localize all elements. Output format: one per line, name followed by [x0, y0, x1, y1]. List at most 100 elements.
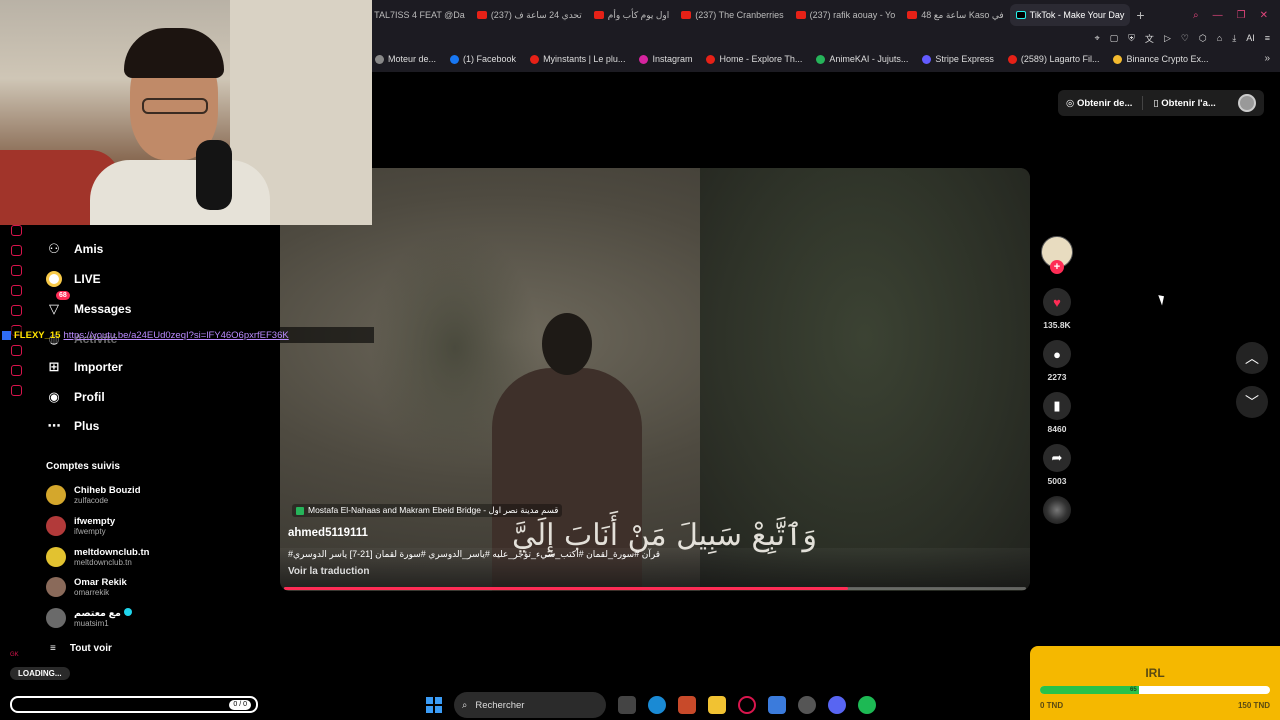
discord-icon[interactable] — [828, 696, 846, 714]
followed-account[interactable]: مع معتصم muatsim1 — [46, 608, 132, 628]
video-author[interactable]: ahmed5119111 — [288, 527, 368, 539]
next-video-icon[interactable]: ﹀ — [1236, 386, 1268, 418]
tab-label: اول يوم كأب وأم — [607, 9, 670, 20]
bookmark-item[interactable]: Moteur de... — [375, 54, 436, 64]
followed-account[interactable]: ifwempty ifwempty — [46, 516, 115, 536]
wallet-icon[interactable]: ⌂ — [1217, 33, 1222, 43]
mail-icon[interactable] — [10, 285, 22, 296]
minimize-icon[interactable]: — — [1213, 10, 1223, 21]
translate-icon[interactable]: 文 — [1145, 32, 1154, 45]
sidebar-item-more[interactable]: ⋯ Plus — [46, 418, 100, 434]
send-icon[interactable] — [10, 365, 22, 376]
spotify-icon[interactable] — [858, 696, 876, 714]
sidebar-item-label: Messages — [74, 302, 132, 316]
new-tab-icon[interactable]: + — [1130, 7, 1150, 23]
bookmark-item[interactable]: Myinstants | Le plu... — [530, 54, 625, 64]
loading-label: LOADING... — [10, 667, 70, 680]
pin-icon[interactable]: ⌖ — [1095, 33, 1100, 44]
store-icon[interactable] — [768, 696, 786, 714]
bookmark-item[interactable]: (2589) Lagarto Fil... — [1007, 54, 1100, 64]
discord-icon[interactable] — [10, 305, 22, 316]
heart-icon[interactable]: ♡ — [1181, 33, 1189, 44]
download-icon[interactable]: ⤓ — [1232, 33, 1236, 44]
extensions-icon[interactable]: ⬡ — [1199, 33, 1207, 44]
sidebar-item-friends[interactable]: ⚇ Amis — [46, 241, 103, 257]
bookmark-favicon-icon — [375, 54, 384, 64]
youtube-icon — [795, 11, 806, 19]
screenshot-icon[interactable]: ▢ — [1110, 33, 1119, 44]
location-tag[interactable]: Mostafa El-Nahaas and Makram Ebeid Bridg… — [292, 504, 563, 517]
see-all-button[interactable]: ≡ Tout voir — [50, 643, 112, 654]
search-icon[interactable]: ⌕ — [1193, 10, 1199, 21]
opera-icon[interactable] — [738, 696, 756, 714]
followed-account[interactable]: Chiheb Bouzid zulfacode — [46, 485, 141, 505]
task-view-icon[interactable] — [618, 696, 636, 714]
save-button[interactable]: ▮ 8460 — [1041, 392, 1073, 434]
tab-item[interactable]: (237) rafik aouay - Yo — [790, 4, 902, 26]
account-text: Chiheb Bouzid zulfacode — [74, 485, 141, 505]
account-handle: ifwempty — [74, 527, 106, 536]
goal-current: 65 — [1130, 687, 1137, 693]
account-handle: omarrekik — [74, 588, 110, 597]
music-disc-icon[interactable] — [1043, 496, 1071, 524]
restore-icon[interactable]: ❐ — [1237, 10, 1246, 21]
like-button[interactable]: ♥ 135.8K — [1041, 288, 1073, 330]
bookmark-item[interactable]: Binance Crypto Ex... — [1113, 54, 1209, 64]
bookmarks-overflow-icon[interactable]: » — [1264, 53, 1270, 64]
get-effects-button[interactable]: ◎ Obtenir de... — [1066, 98, 1132, 109]
bookmark-item[interactable]: AnimeKAI - Jujuts... — [816, 54, 908, 64]
sidebar-item-profile[interactable]: ◉ Profil — [46, 389, 104, 405]
tab-label: TikTok - Make Your Day — [1029, 10, 1125, 20]
verified-icon — [123, 608, 132, 616]
taskbar-search[interactable]: ⌕ Rechercher — [454, 692, 606, 718]
comment-button[interactable]: ● 2273 — [1041, 340, 1073, 382]
account-name: Chiheb Bouzid — [74, 485, 141, 496]
play-icon[interactable]: ▷ — [1164, 33, 1171, 44]
video-progress-bar[interactable] — [284, 587, 1026, 590]
office-icon[interactable] — [678, 696, 696, 714]
bookmark-label: (2589) Lagarto Fil... — [1020, 54, 1100, 64]
share-button[interactable]: ➦ 5003 — [1041, 444, 1073, 486]
browser-icon[interactable] — [798, 696, 816, 714]
previous-video-icon[interactable]: ︿ — [1236, 342, 1268, 374]
ai-button[interactable]: AI — [1246, 33, 1255, 43]
file-explorer-icon[interactable] — [708, 696, 726, 714]
tab-item[interactable]: (237) تحدي 24 ساعة ف — [471, 4, 588, 26]
bookmark-label: (1) Facebook — [463, 54, 517, 64]
tab-item[interactable]: 48 ساعة مع Kaso في — [901, 4, 1009, 26]
edge-icon[interactable] — [648, 696, 666, 714]
overlay-tag: GK — [10, 652, 19, 658]
sidebar-item-upload[interactable]: ⊞ Importer — [46, 359, 123, 375]
followed-account[interactable]: Omar Rekik omarrekik — [46, 577, 127, 597]
bookmark-item[interactable]: (1) Facebook — [450, 54, 516, 64]
followed-account[interactable]: meltdownclub.tn meltdownclub.tn — [46, 547, 149, 567]
get-app-button[interactable]: ▯ Obtenir l'a... — [1153, 98, 1215, 109]
tab-tiktok[interactable]: TikTok - Make Your Day — [1009, 4, 1131, 26]
overlay-counter: 0 / 0 — [229, 700, 251, 710]
shield-icon[interactable]: ⛨ — [1128, 33, 1135, 44]
settings-icon[interactable] — [10, 385, 22, 396]
see-translation-link[interactable]: Voir la traduction — [288, 566, 370, 577]
instagram-icon[interactable] — [10, 265, 22, 276]
chat-link[interactable]: https://youtu.be/a24EUd0zeqI?si=lFY46O6p… — [63, 330, 288, 341]
video-player[interactable]: وَٱتَّبِعْ سَبِيلَ مَنْ أَنَابَ إِلَيَّ … — [280, 168, 1030, 591]
divider — [1142, 96, 1144, 110]
tab-item[interactable]: (237) The Cranberries — [675, 4, 789, 26]
menu-icon[interactable]: ≡ — [1265, 33, 1270, 43]
account-handle: zulfacode — [74, 496, 109, 505]
user-avatar[interactable] — [1238, 94, 1256, 112]
bookmark-item[interactable]: Home - Explore Th... — [706, 54, 802, 64]
tab-item[interactable]: اول يوم كأب وأم — [588, 4, 676, 26]
follow-plus-icon[interactable]: + — [1050, 260, 1064, 274]
sidebar-item-messages[interactable]: ▽ 68 Messages — [46, 291, 132, 317]
close-icon[interactable]: ✕ — [1260, 10, 1268, 21]
history-icon[interactable] — [10, 345, 22, 356]
unread-badge: 68 — [56, 291, 70, 300]
bookmark-item[interactable]: Instagram — [639, 54, 692, 64]
app-icon[interactable] — [10, 245, 22, 256]
bookmark-item[interactable]: Stripe Express — [922, 54, 994, 64]
sidebar-item-live[interactable]: LIVE — [46, 271, 101, 287]
refresh-icon[interactable] — [10, 225, 22, 236]
bookmark-favicon-icon — [706, 54, 716, 64]
windows-start-icon[interactable] — [426, 697, 442, 713]
